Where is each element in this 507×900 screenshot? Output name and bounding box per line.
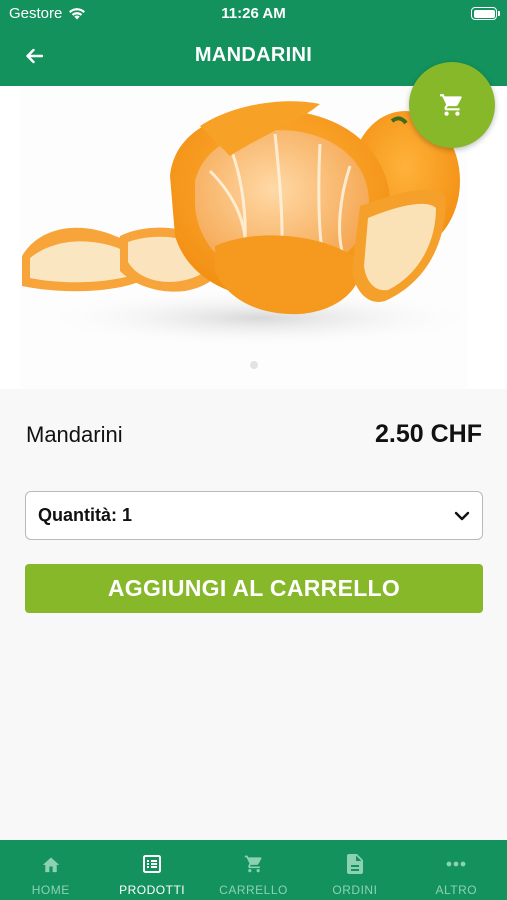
tab-ordini-label: ORDINI bbox=[332, 883, 378, 897]
tab-prodotti[interactable]: PRODOTTI bbox=[101, 840, 202, 900]
cart-button[interactable] bbox=[409, 62, 495, 148]
clock: 11:26 AM bbox=[221, 5, 286, 22]
carousel-indicator[interactable] bbox=[250, 361, 258, 369]
tab-prodotti-label: PRODOTTI bbox=[119, 883, 186, 897]
tab-altro-label: ALTRO bbox=[435, 883, 478, 897]
tab-carrello[interactable]: CARRELLO bbox=[203, 840, 304, 900]
status-bar: Gestore 11:26 AM bbox=[0, 0, 507, 28]
product-price: 2.50 CHF bbox=[375, 420, 482, 448]
bottom-tab-bar: HOME PRODOTTI CARRELLO ORDINI ALTRO bbox=[0, 840, 507, 900]
quantity-select[interactable]: Quantità: 1 bbox=[25, 491, 483, 540]
tab-carrello-label: CARRELLO bbox=[219, 883, 288, 897]
tab-home-label: HOME bbox=[31, 883, 70, 897]
battery-icon bbox=[471, 7, 500, 20]
document-icon bbox=[346, 854, 363, 874]
chevron-down-icon bbox=[454, 511, 470, 520]
add-to-cart-button[interactable]: AGGIUNGI AL CARRELLO bbox=[25, 564, 483, 613]
tab-home[interactable]: HOME bbox=[0, 840, 101, 900]
cart-icon bbox=[440, 94, 462, 116]
tab-ordini[interactable]: ORDINI bbox=[304, 840, 405, 900]
cart-icon bbox=[244, 854, 264, 874]
home-icon bbox=[41, 854, 61, 874]
product-name: Mandarini bbox=[26, 422, 123, 447]
more-icon bbox=[446, 854, 466, 874]
quantity-label: Quantità: 1 bbox=[38, 505, 133, 525]
tab-altro[interactable]: ALTRO bbox=[406, 840, 507, 900]
page-title: MANDARINI bbox=[194, 44, 313, 66]
list-icon bbox=[143, 854, 162, 874]
